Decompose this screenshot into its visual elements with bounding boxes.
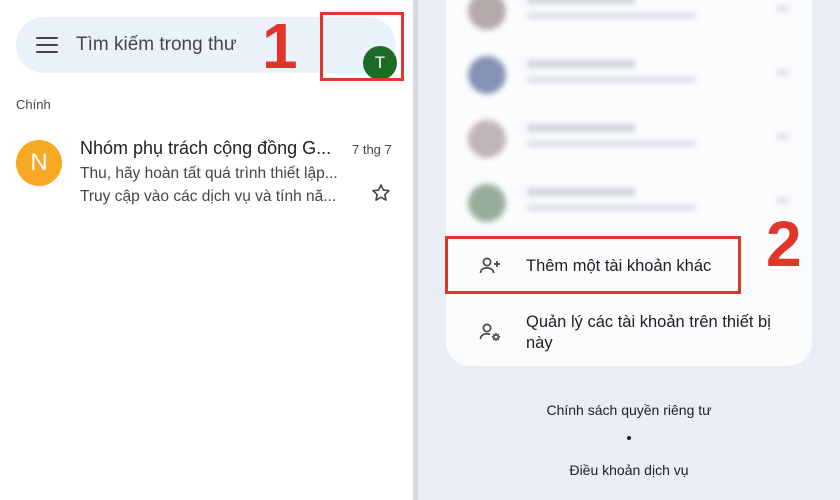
sender-avatar: N [16,140,62,186]
email-snippet: Truy cập vào các dịch vụ và tính nă... [80,188,337,205]
highlight-box-step-1 [320,12,404,81]
manage-accounts-icon [479,323,501,342]
email-subject: Thu, hãy hoàn tất quá trình thiết lập... [80,165,338,182]
star-outline-icon[interactable] [370,182,392,204]
manage-accounts-label: Quản lý các tài khoản trên thiết bị này [526,313,771,352]
email-date: 7 thg 7 [352,142,392,157]
manage-accounts-button[interactable]: Quản lý các tài khoản trên thiết bị này [446,304,812,364]
step-number-2: 2 [766,208,802,280]
highlight-box-step-2 [445,236,741,294]
step-number-1: 1 [262,10,298,82]
email-list-item[interactable]: N Nhóm phụ trách cộng đồng G... 7 thg 7 … [0,130,413,220]
blurred-account-row[interactable] [446,108,812,172]
privacy-policy-link[interactable]: Chính sách quyền riêng tư [418,402,840,418]
blurred-account-row[interactable] [446,44,812,108]
search-input[interactable]: Tìm kiếm trong thư [76,34,237,56]
terms-of-service-link[interactable]: Điều khoản dịch vụ [418,462,840,478]
blurred-account-row[interactable] [446,0,812,44]
footer-separator-dot [627,436,631,440]
section-label-primary: Chính [16,97,51,112]
menu-icon[interactable] [36,37,58,53]
blurred-account-row[interactable] [446,172,812,236]
email-sender: Nhóm phụ trách cộng đồng G... [80,138,332,158]
